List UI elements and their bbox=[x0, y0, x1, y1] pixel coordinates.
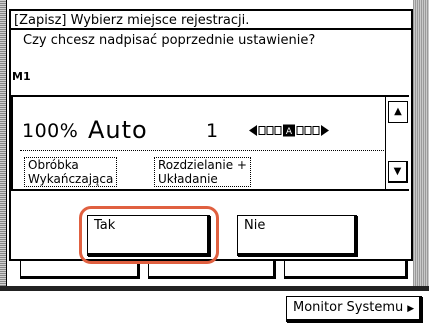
triangle-down-icon: ▼ bbox=[393, 166, 402, 177]
density-indicator-icon: A bbox=[249, 124, 329, 137]
yes-button[interactable]: Tak bbox=[87, 215, 210, 256]
system-monitor-label: Monitor Systemu bbox=[293, 300, 404, 315]
background-tab bbox=[284, 261, 408, 279]
triangle-right-icon: ▶ bbox=[407, 304, 415, 314]
no-button[interactable]: Nie bbox=[237, 215, 357, 256]
collate-line-1: Rozdzielanie + bbox=[158, 158, 247, 172]
system-monitor-button[interactable]: Monitor Systemu ▶ bbox=[286, 296, 422, 322]
copy-quantity: 1 bbox=[206, 120, 219, 142]
finishing-mode: Obróbka Wykańczająca bbox=[24, 157, 118, 187]
dialog-title: [Zapisz] Wybierz miejsce rejestracji. bbox=[11, 11, 411, 30]
collate-mode: Rozdzielanie + Układanie bbox=[154, 157, 251, 187]
triangle-up-icon: ▲ bbox=[394, 106, 402, 117]
dialog-question: Czy chcesz nadpisać poprzednie ustawieni… bbox=[23, 33, 316, 48]
scroll-down-button[interactable]: ▼ bbox=[388, 161, 408, 183]
copy-ratio: 100% bbox=[22, 120, 79, 142]
scroll-up-button[interactable]: ▲ bbox=[388, 101, 408, 123]
finishing-line-2: Wykańczająca bbox=[28, 172, 114, 186]
left-edge bbox=[0, 0, 7, 290]
memory-slot-label: M1 bbox=[12, 70, 31, 83]
finishing-line-1: Obróbka bbox=[28, 158, 79, 172]
svg-text:A: A bbox=[286, 127, 293, 137]
settings-divider bbox=[20, 150, 386, 151]
paper-select: Auto bbox=[88, 116, 148, 144]
right-edge-pattern bbox=[413, 0, 429, 290]
collate-line-2: Układanie bbox=[158, 172, 218, 186]
scroll-column: ▲ ▼ bbox=[385, 95, 409, 191]
copier-screen: [Zapisz] Wybierz miejsce rejestracji. Cz… bbox=[0, 0, 429, 328]
settings-row: 100% Auto 1 A bbox=[10, 116, 370, 144]
